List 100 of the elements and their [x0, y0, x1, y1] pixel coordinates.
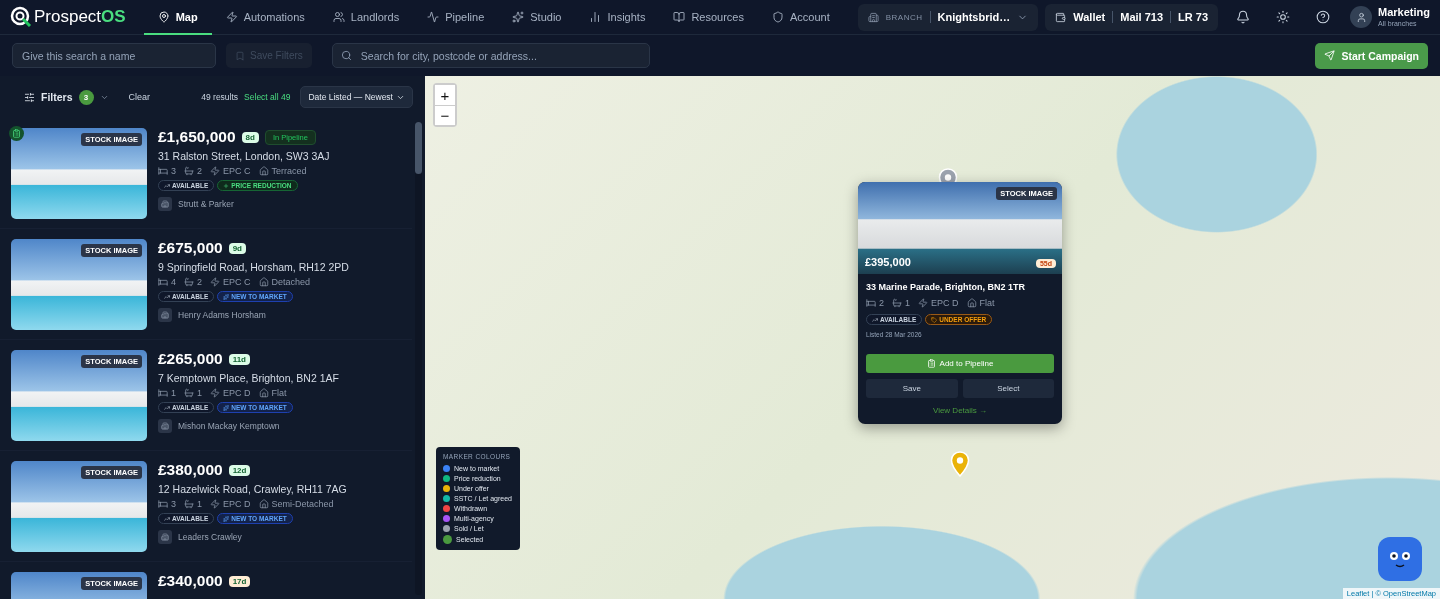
- bell-icon: [1236, 10, 1251, 24]
- sliders-icon: [24, 91, 35, 103]
- clear-button[interactable]: Clear: [114, 92, 151, 102]
- days-listed-badge: 17d: [228, 575, 251, 587]
- listing-price: £1,650,000: [158, 128, 236, 146]
- epc-rating: EPC C: [223, 277, 251, 287]
- select-button[interactable]: Select: [962, 379, 1054, 398]
- bedrooms: 3: [171, 166, 176, 176]
- property-type: Flat: [271, 388, 287, 398]
- listing-price: £265,000: [158, 350, 223, 368]
- logo-icon: [10, 6, 32, 28]
- bookmark-icon: [235, 50, 245, 61]
- days-listed-badge: 9d: [228, 242, 246, 254]
- book-icon: [673, 11, 686, 23]
- nav-tab[interactable]: Resources: [659, 0, 758, 35]
- help-icon: [1316, 10, 1331, 24]
- add-to-pipeline-button[interactable]: Add to Pipeline: [866, 354, 1054, 373]
- listing-address: 7 Kemptown Place, Brighton, BN2 1AF: [158, 372, 339, 384]
- search-icon: [340, 50, 352, 61]
- listing-address: 12 Hazelwick Road, Crawley, RH11 7AG: [158, 483, 347, 495]
- bed-icon: [158, 277, 168, 287]
- bath-icon: [892, 298, 902, 308]
- bath-icon: [184, 277, 194, 287]
- nav-tab[interactable]: Automations: [211, 0, 319, 35]
- popup-price: £395,000: [865, 256, 911, 268]
- sparkles-icon: [223, 404, 230, 411]
- user-icon: [1355, 11, 1367, 23]
- house-icon: [966, 298, 977, 308]
- nav-tab[interactable]: Pipeline: [413, 0, 499, 35]
- agent-name: Strutt & Parker: [178, 199, 234, 209]
- users-icon: [332, 11, 345, 23]
- plus-icon: [223, 182, 230, 189]
- sort-dropdown[interactable]: Date Listed — Newest: [300, 86, 413, 108]
- bathrooms: 2: [197, 277, 203, 287]
- branch-selector[interactable]: BRANCH Knightsbrid…: [857, 3, 1039, 31]
- select-all-link[interactable]: Select all 49: [244, 92, 291, 102]
- scrollbar[interactable]: [415, 122, 422, 595]
- filters-button[interactable]: Filters 3: [24, 89, 109, 105]
- map-marker-icon[interactable]: [950, 451, 970, 477]
- results-count: 49 results: [201, 92, 239, 102]
- view-details-link[interactable]: View Details →: [932, 406, 988, 415]
- epc-rating: EPC D: [931, 298, 959, 308]
- sparkles-icon: [512, 11, 525, 23]
- branch-name: Knightsbrid…: [937, 11, 1011, 23]
- house-icon: [258, 499, 269, 509]
- nav-tab[interactable]: Map: [143, 0, 212, 35]
- building-icon: [867, 11, 879, 23]
- property-type: Semi-Detached: [271, 499, 334, 509]
- bar-chart-icon: [589, 11, 602, 23]
- bedrooms: 4: [171, 277, 176, 287]
- shield-icon: [772, 11, 784, 23]
- nav-tab[interactable]: Account: [758, 0, 844, 35]
- user-name: Marketing: [1378, 7, 1430, 18]
- sun-icon: [1276, 10, 1291, 24]
- avatar[interactable]: [1350, 6, 1373, 28]
- pulse-icon: [427, 11, 440, 23]
- days-listed-badge: 12d: [228, 464, 251, 476]
- nav-tab[interactable]: Studio: [498, 0, 576, 35]
- logo-text: ProspectOS: [34, 7, 126, 27]
- listing-price: £380,000: [158, 461, 223, 479]
- bed-icon: [158, 388, 168, 398]
- property-type: Detached: [271, 277, 311, 287]
- wallet-summary[interactable]: Wallet Mail 713 LR 73: [1045, 3, 1219, 31]
- search-field[interactable]: Search for city, postcode or address...: [331, 43, 650, 68]
- bedrooms: 3: [171, 499, 176, 509]
- bathrooms: 1: [197, 499, 203, 509]
- sparkles-icon: [223, 293, 230, 300]
- agent-name: Henry Adams Horsham: [178, 310, 266, 320]
- save-button[interactable]: Save: [866, 379, 958, 398]
- lr-credits: LR 73: [1178, 11, 1209, 23]
- search-name-field[interactable]: Give this search a name: [12, 43, 216, 68]
- bedrooms: 2: [879, 298, 884, 308]
- wallet-label: Wallet: [1073, 11, 1106, 23]
- house-icon: [258, 166, 269, 176]
- epc-rating: EPC D: [223, 499, 251, 509]
- listing-price: £340,000: [158, 572, 223, 590]
- filter-count: 3: [78, 89, 94, 105]
- epc-rating: EPC D: [223, 388, 251, 398]
- zoom-out-button[interactable]: −: [435, 105, 455, 125]
- nav-tab[interactable]: Insights: [575, 0, 660, 35]
- listing-address: 9 Springfield Road, Horsham, RH12 2PD: [158, 261, 349, 273]
- lightning-icon: [918, 298, 929, 308]
- bedrooms: 1: [171, 388, 176, 398]
- house-icon: [258, 277, 269, 287]
- agent-name: Mishon Mackay Kemptown: [178, 421, 280, 431]
- lightning-icon: [210, 277, 221, 287]
- listing-price: £675,000: [158, 239, 223, 257]
- trend-up-icon: [164, 293, 170, 300]
- send-icon: [1324, 50, 1336, 61]
- wallet-icon: [1055, 11, 1067, 23]
- chat-assistant-button[interactable]: [1378, 537, 1422, 581]
- trend-up-icon: [164, 515, 170, 522]
- tag-icon: [931, 316, 938, 323]
- epc-rating: EPC C: [223, 166, 251, 176]
- listing-address: 31 Ralston Street, London, SW3 3AJ: [158, 150, 330, 162]
- bath-icon: [184, 166, 194, 176]
- branch-label: BRANCH: [885, 12, 923, 22]
- sparkles-icon: [223, 515, 230, 522]
- property-type: Terraced: [271, 166, 307, 176]
- nav-tab[interactable]: Landlords: [318, 0, 414, 35]
